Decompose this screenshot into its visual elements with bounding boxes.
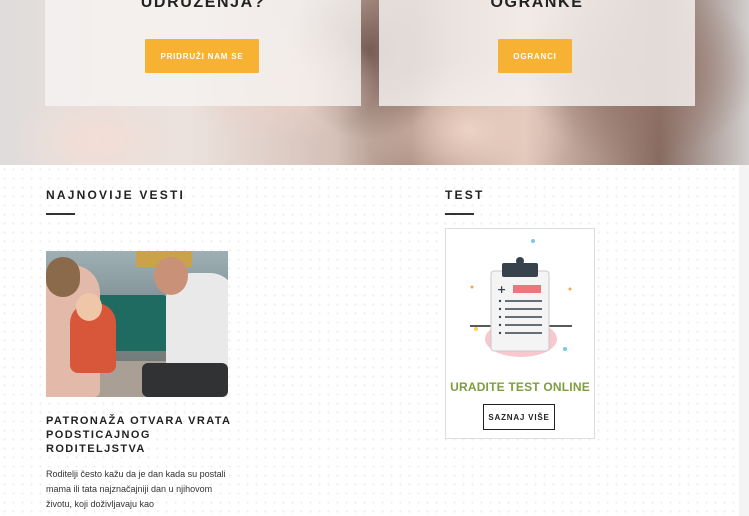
main-content: NAJNOVIJE VESTI PATRONAŽA OTVARA VRATA P… bbox=[0, 165, 749, 516]
join-card-title: UDRUŽENJA? bbox=[140, 0, 266, 11]
latest-news-heading: NAJNOVIJE VESTI bbox=[46, 188, 186, 202]
test-online-cta[interactable]: URADITE TEST ONLINE bbox=[446, 380, 594, 394]
image-child-head bbox=[76, 293, 102, 321]
news-article-image[interactable] bbox=[46, 251, 228, 397]
svg-text:+: + bbox=[497, 283, 506, 296]
branches-card: OGRANKE OGRANCI bbox=[379, 0, 695, 106]
news-article-title[interactable]: PATRONAŽA OTVARA VRATA PODSTICAJNOG RODI… bbox=[46, 414, 236, 456]
test-divider bbox=[445, 213, 474, 215]
join-association-card: UDRUŽENJA? PRIDRUŽI NAM SE bbox=[45, 0, 361, 106]
image-father-legs bbox=[142, 363, 228, 397]
branches-button[interactable]: OGRANCI bbox=[498, 39, 572, 73]
news-article-excerpt: Roditelji često kažu da je dan kada su p… bbox=[46, 469, 226, 509]
test-card: + URADITE TEST ONLINE SAZNAJ VIŠE bbox=[445, 228, 595, 439]
hero-banner: UDRUŽENJA? PRIDRUŽI NAM SE OGRANKE OGRAN… bbox=[0, 0, 749, 165]
image-father-head bbox=[154, 257, 188, 295]
join-us-button[interactable]: PRIDRUŽI NAM SE bbox=[145, 39, 259, 73]
branches-card-title: OGRANKE bbox=[490, 0, 584, 11]
learn-more-button[interactable]: SAZNAJ VIŠE bbox=[483, 404, 555, 430]
test-heading: TEST bbox=[445, 188, 485, 202]
latest-news-divider bbox=[46, 213, 75, 215]
image-mother-hair bbox=[46, 257, 80, 297]
clipboard-checklist-icon: + bbox=[470, 239, 572, 357]
page-scrollbar[interactable] bbox=[739, 165, 749, 516]
